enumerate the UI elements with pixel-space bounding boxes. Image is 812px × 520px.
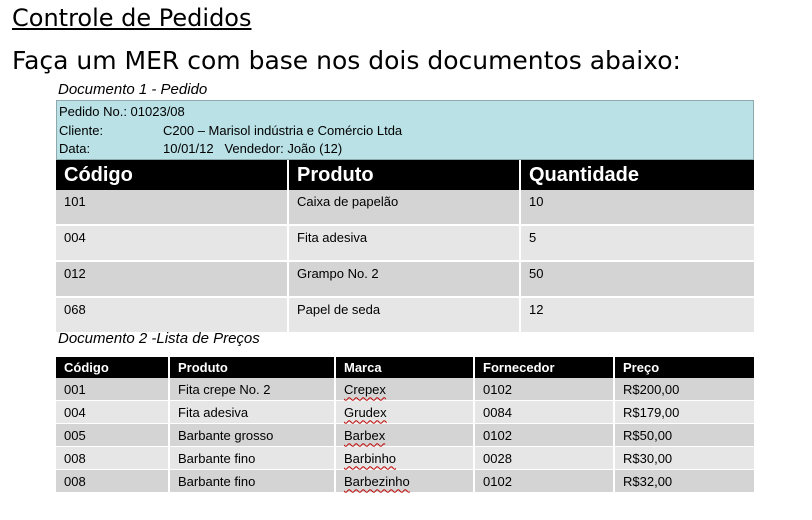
- table-row: 005 Barbante grosso Barbex 0102 R$50,00: [56, 423, 754, 447]
- table-row: 001 Fita crepe No. 2 Crepex 0102 R$200,0…: [56, 378, 754, 401]
- table-cell: Barbante fino: [169, 469, 336, 493]
- brand-name: Barbezinho: [344, 473, 410, 489]
- column-header: Produto: [288, 160, 521, 190]
- price-list-table: Código Produto Marca Fornecedor Preço 00…: [56, 357, 754, 493]
- table-row: 012 Grampo No. 2 50: [56, 261, 754, 298]
- table-header-row: Código Produto Marca Fornecedor Preço: [56, 357, 754, 378]
- table-cell: 0028: [474, 446, 615, 470]
- table-row: 004 Fita adesiva Grudex 0084 R$179,00: [56, 400, 754, 424]
- table-cell: Fita adesiva: [288, 225, 521, 262]
- table-row: 101 Caixa de papelão 10: [56, 190, 754, 226]
- table-cell: Fita adesiva: [169, 400, 336, 424]
- table-cell: 001: [56, 378, 170, 401]
- column-header: Fornecedor: [474, 357, 615, 378]
- table-cell: R$200,00: [614, 378, 754, 401]
- table-cell: R$30,00: [614, 446, 754, 470]
- table-cell: R$179,00: [614, 400, 754, 424]
- table-cell: 012: [56, 261, 289, 298]
- brand-name: Grudex: [344, 404, 387, 420]
- doc2-caption: Documento 2 -Lista de Preços: [58, 330, 260, 347]
- order-header: Pedido No.: 01023/08 Cliente: C200 – Mar…: [56, 100, 754, 160]
- table-cell: Grudex: [335, 400, 475, 424]
- table-cell: 004: [56, 400, 170, 424]
- table-cell: 10: [520, 190, 754, 226]
- column-header: Marca: [335, 357, 475, 378]
- table-cell: Crepex: [335, 378, 475, 401]
- order-number: Pedido No.: 01023/08: [59, 104, 185, 119]
- table-cell: 0084: [474, 400, 615, 424]
- table-header-row: Código Produto Quantidade: [56, 160, 754, 190]
- table-cell: 008: [56, 469, 170, 493]
- table-row: 008 Barbante fino Barbezinho 0102 R$32,0…: [56, 469, 754, 493]
- table-cell: Barbex: [335, 423, 475, 447]
- table-cell: 0102: [474, 378, 615, 401]
- client-line: Cliente: C200 – Marisol indústria e Comé…: [59, 122, 402, 140]
- brand-name: Barbinho: [344, 450, 397, 466]
- column-header: Produto: [169, 357, 336, 378]
- table-row: 068 Papel de seda 12: [56, 297, 754, 334]
- date-value: 10/01/12 Vendedor: João (12): [163, 141, 343, 156]
- page-title: Controle de Pedidos: [12, 4, 252, 32]
- table-cell: 50: [520, 261, 754, 298]
- table-cell: 005: [56, 423, 170, 447]
- table-cell: 004: [56, 225, 289, 262]
- column-header: Código: [56, 160, 289, 190]
- table-cell: Fita crepe No. 2: [169, 378, 336, 401]
- table-cell: Papel de seda: [288, 297, 521, 334]
- table-row: 004 Fita adesiva 5: [56, 225, 754, 262]
- brand-name: Crepex: [344, 381, 386, 397]
- table-cell: 12: [520, 297, 754, 334]
- client-value: C200 – Marisol indústria e Comércio Ltda: [163, 123, 403, 138]
- doc1-caption: Documento 1 - Pedido: [58, 81, 208, 98]
- table-cell: 0102: [474, 469, 615, 493]
- table-cell: 068: [56, 297, 289, 334]
- table-cell: Barbante grosso: [169, 423, 336, 447]
- column-header: Preço: [614, 357, 754, 378]
- brand-name: Barbex: [344, 427, 386, 443]
- table-cell: Barbinho: [335, 446, 475, 470]
- instruction-text: Faça um MER com base nos dois documentos…: [12, 46, 681, 75]
- table-cell: Caixa de papelão: [288, 190, 521, 226]
- table-cell: R$32,00: [614, 469, 754, 493]
- column-header: Quantidade: [520, 160, 754, 190]
- table-cell: 101: [56, 190, 289, 226]
- table-cell: 008: [56, 446, 170, 470]
- table-cell: R$50,00: [614, 423, 754, 447]
- table-cell: 0102: [474, 423, 615, 447]
- table-cell: Barbante fino: [169, 446, 336, 470]
- table-cell: 5: [520, 225, 754, 262]
- table-row: 008 Barbante fino Barbinho 0028 R$30,00: [56, 446, 754, 470]
- client-label: Cliente:: [59, 123, 104, 138]
- date-line: Data: 10/01/12 Vendedor: João (12): [59, 140, 342, 158]
- order-items-table: Código Produto Quantidade 101 Caixa de p…: [56, 160, 754, 334]
- date-label: Data:: [59, 141, 91, 156]
- table-cell: Barbezinho: [335, 469, 475, 493]
- table-cell: Grampo No. 2: [288, 261, 521, 298]
- column-header: Código: [56, 357, 170, 378]
